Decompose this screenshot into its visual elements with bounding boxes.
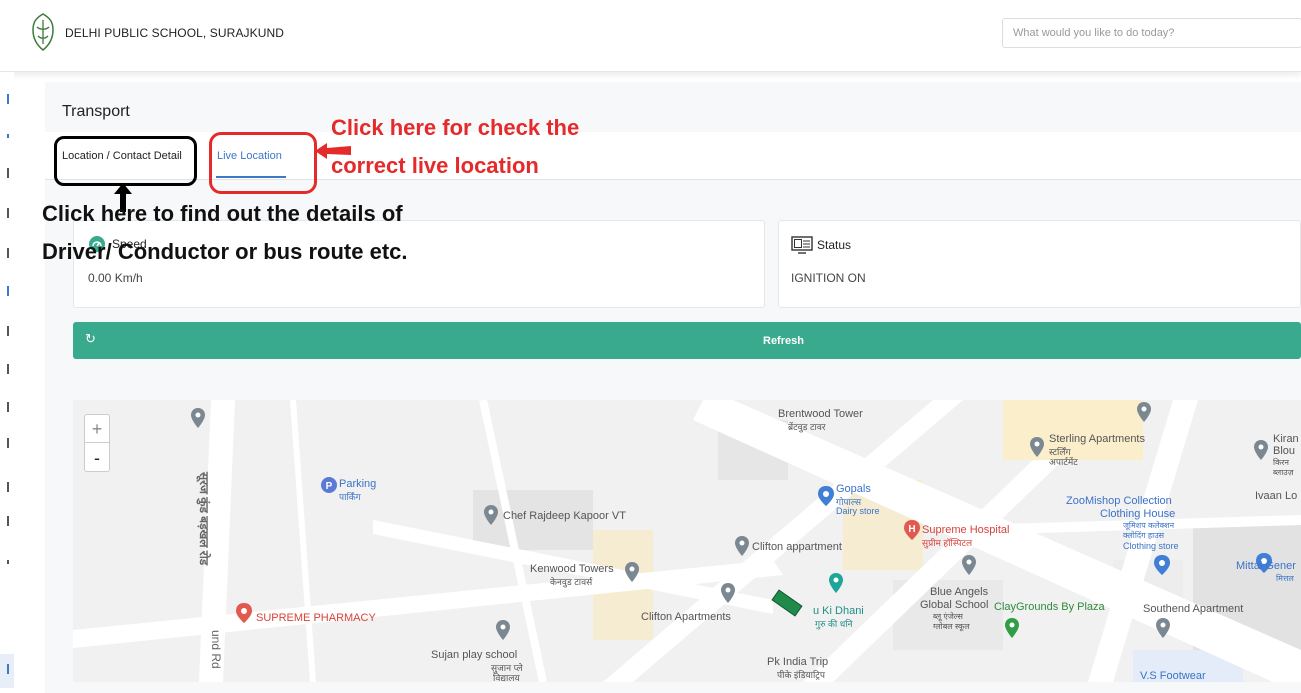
place-label: Dairy store [836,506,880,516]
sidebar-item[interactable] [7,438,9,448]
map-pin-icon[interactable] [962,555,976,575]
place-label: SUPREME PHARMACY [256,612,376,624]
refresh-label: Refresh [763,335,804,347]
zoom-out-button[interactable]: - [85,444,109,472]
parking-pin-icon[interactable]: P [321,477,337,497]
annotation-box-red [209,132,317,194]
place-label: पार्किंग [339,492,361,502]
annotation-text-black: Click here to find out the details of [42,201,403,226]
place-label: Southend Apartment [1143,603,1244,615]
annotation-text-black: Driver/ Conductor or bus route etc. [42,239,408,264]
sidebar-item[interactable] [7,286,9,296]
place-label: गुरु की धनि [815,619,853,629]
sidebar-item[interactable] [7,560,9,564]
sidebar-item[interactable] [7,134,9,138]
clothing-store-pin-icon[interactable] [1154,555,1170,575]
place-label: Parking [339,478,377,490]
road-label: und Rd [209,630,223,669]
search-input[interactable] [1002,18,1301,48]
sidebar-item[interactable] [7,248,9,258]
map-pin-icon[interactable] [1137,402,1151,422]
monitor-icon [791,236,813,254]
place-label: अपार्टमेंट [1049,457,1078,467]
place-label: Chef Rajdeep Kapoor VT [503,510,626,522]
svg-text:P: P [326,481,333,492]
map-pin-icon[interactable] [721,583,735,603]
map-pin-icon[interactable] [1030,437,1044,457]
place-label: क्लोदिंग हाउस [1123,531,1165,540]
place-label: Sujan play school [431,649,518,661]
sidebar-item[interactable] [7,364,9,374]
status-card: Status IGNITION ON [778,220,1301,308]
place-label: केनवुड टावर्स [550,577,593,587]
park-pin-icon[interactable] [1005,618,1019,638]
speed-value: 0.00 Km/h [88,271,143,285]
sidebar-item[interactable] [7,482,9,492]
place-label: ब्लाउज़ [1273,468,1294,477]
place-label: Supreme Hospital [922,524,1010,536]
place-label: विद्यालय [493,673,520,682]
zoom-in-button[interactable]: + [85,415,109,443]
place-label: Clothing House [1100,508,1176,520]
page-title: Transport [62,103,130,120]
map-pin-icon[interactable] [1156,618,1170,638]
place-label: Kiran [1273,433,1299,445]
place-label: मित्तल [1276,574,1294,583]
sidebar-item[interactable] [7,94,9,104]
refresh-icon: ↻ [85,331,96,346]
annotation-text-red: Click here for check the [331,115,580,140]
place-label: Blou [1273,445,1296,457]
refresh-button[interactable] [73,322,1301,359]
pharmacy-pin-icon[interactable] [236,603,252,623]
svg-text:H: H [908,524,915,535]
place-label: ग्लोबल स्कूल [933,622,970,631]
status-value: IGNITION ON [791,271,866,285]
place-label: Clothing store [1123,541,1179,551]
annotation-text-red: correct live location [331,153,539,178]
attraction-pin-icon[interactable] [829,573,843,593]
map-pin-icon[interactable] [735,536,749,556]
place-label: Mittal Gener [1236,560,1296,572]
school-logo-icon[interactable] [30,12,56,52]
map-zoom-control: + - [84,414,110,472]
map-pin-icon[interactable] [484,505,498,525]
school-name: DELHI PUBLIC SCHOOL, SURAJKUND [65,26,285,40]
place-label: V.S Footwear [1140,670,1206,682]
place-label: Clifton Apartments [641,611,731,623]
map-pin-icon[interactable] [496,620,510,640]
place-label: Kenwood Towers [530,563,614,575]
sidebar-item[interactable] [7,168,9,178]
annotation-box-black [54,136,197,186]
sidebar-item-active-marker [7,664,9,674]
sidebar-item[interactable] [7,326,9,336]
sidebar-item[interactable] [7,208,9,218]
place-label: सुप्रीम हॉस्पिटल [922,538,973,548]
place-label: Brentwood Tower [778,408,863,420]
road-label: सूरज कुंड बड़खल रोड [197,472,211,566]
live-location-map[interactable]: P H सूरज कुंड बड़खल रोड und Rd Brentwood… [73,400,1301,682]
sidebar [0,72,14,693]
place-label: Clifton appartment [752,541,842,553]
top-header: DELHI PUBLIC SCHOOL, SURAJKUND [0,0,1301,72]
map-pin-icon[interactable] [1254,440,1268,460]
place-label: ZooMishop Collection [1066,495,1172,507]
sidebar-item[interactable] [7,516,9,526]
place-label: u Ki Dhani [813,605,864,617]
place-label: ब्रेंटवुड टावर [788,422,826,432]
status-label: Status [817,238,852,252]
place-label: Blue Angels [930,586,989,598]
store-pin-icon[interactable] [818,486,834,506]
sidebar-item[interactable] [7,402,9,412]
place-label: ClayGrounds By Plaza [994,601,1105,613]
place-label: Gopals [836,483,871,495]
place-label: Global School [920,599,989,611]
place-label: Sterling Apartments [1049,433,1145,445]
map-pin-icon[interactable] [625,562,639,582]
map-pin-icon[interactable] [191,408,205,428]
place-label: पीके इंडियाट्रिप [777,670,825,680]
place-label: Ivaan Lo [1255,490,1298,502]
hospital-pin-icon[interactable]: H [904,520,920,540]
place-label: Pk India Trip [767,656,829,668]
